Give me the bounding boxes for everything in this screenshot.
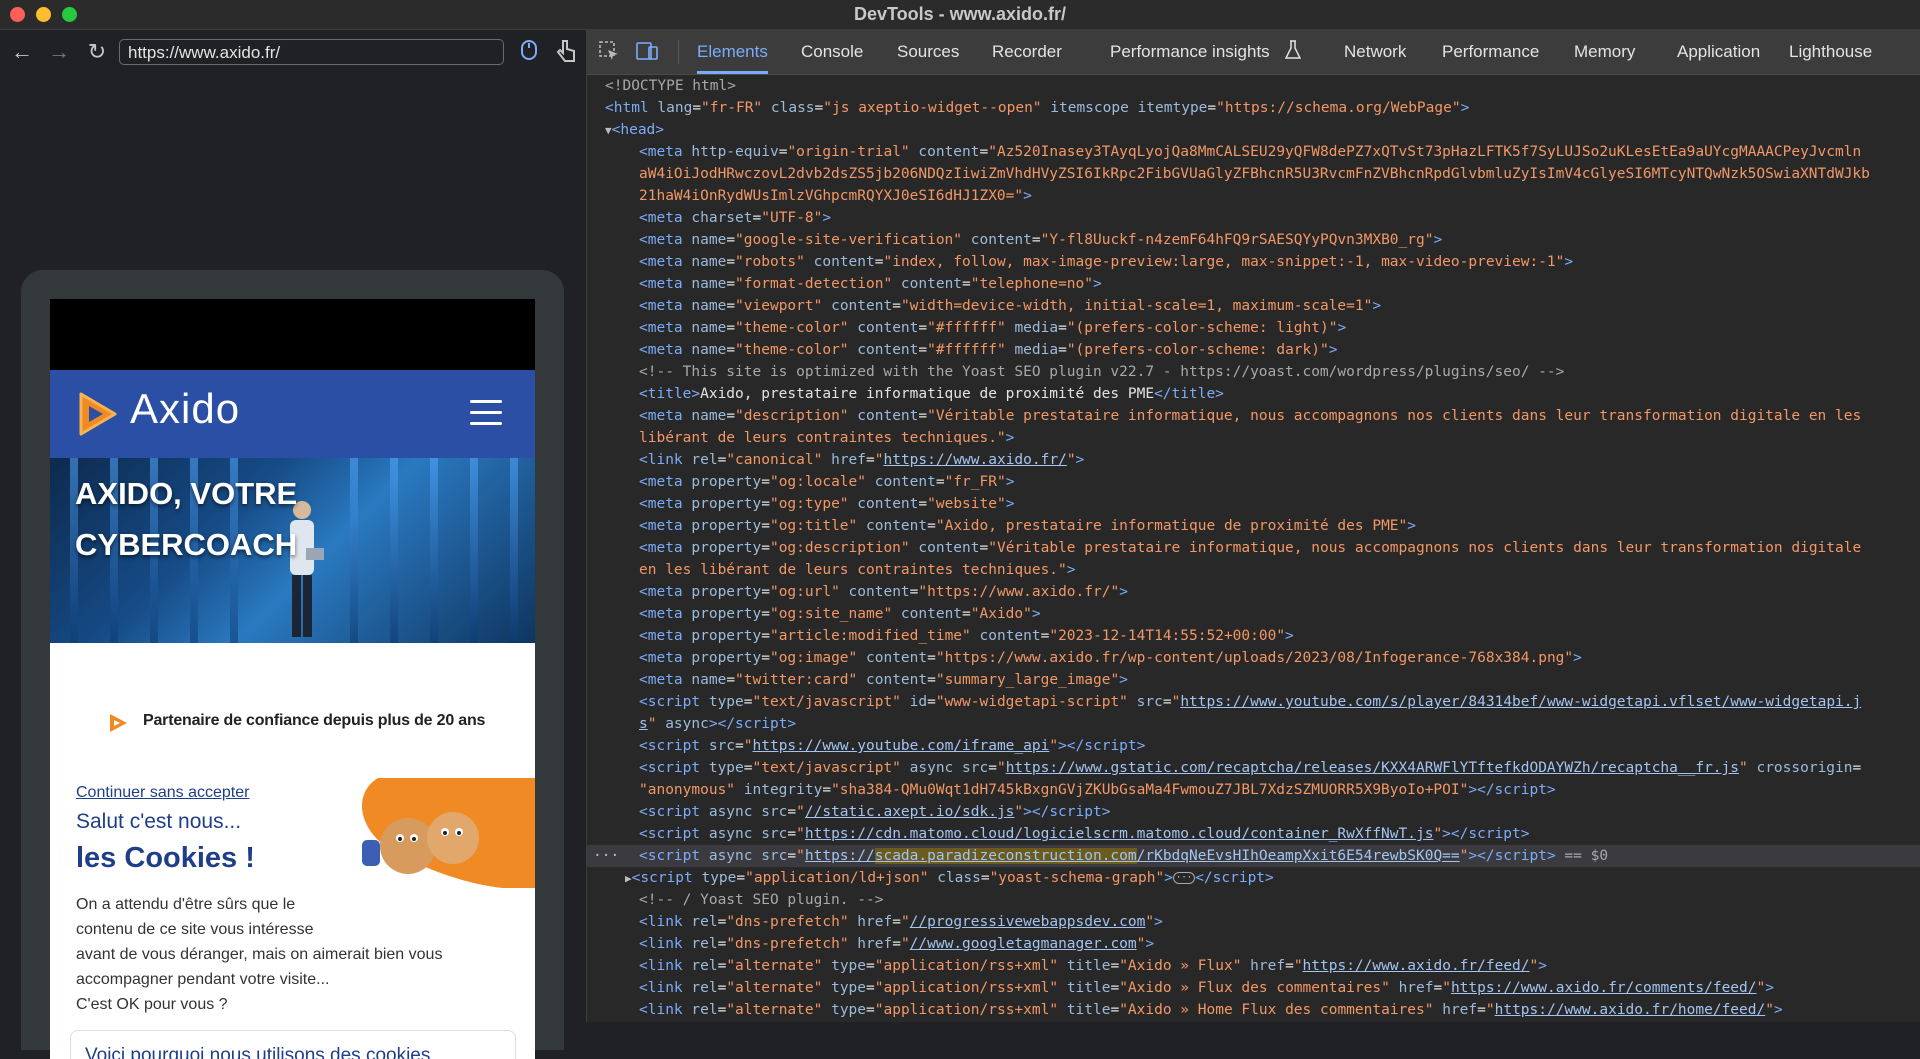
dom-line-script-recaptcha-2: "anonymous" integrity="sha384-QMu0Wqt1dH… (639, 782, 1556, 798)
devtools-tabbar: Elements Console Sources Recorder Perfor… (587, 30, 1920, 75)
dom-line-og-url[interactable]: <meta property="og:url" content="https:/… (587, 581, 1920, 603)
partner-text: Partenaire de confiance depuis plus de 2… (143, 712, 486, 729)
dom-line-meta-viewport[interactable]: <meta name="viewport" content="width=dev… (587, 295, 1920, 317)
arrow-left-icon[interactable]: ← (8, 38, 36, 66)
tab-recorder[interactable]: Recorder (992, 30, 1062, 74)
dom-line-alternate-comments[interactable]: <link rel="alternate" type="application/… (587, 977, 1920, 999)
site-logo-text[interactable]: Axido (130, 385, 240, 433)
dom-line-head[interactable]: ▼<head> (587, 119, 1920, 141)
site-header: Axido (50, 370, 535, 458)
hamburger-menu-icon[interactable] (470, 400, 502, 426)
dom-line-script-axept[interactable]: <script async src="//static.axept.io/sdk… (587, 801, 1920, 823)
hero-title: AXIDO, VOTRE CYBERCOACH (75, 476, 298, 562)
tabbar-divider (678, 40, 679, 64)
dom-line-script-ldjson[interactable]: ▶<script type="application/ld+json" clas… (587, 867, 1920, 889)
dom-line-alternate-feed[interactable]: <link rel="alternate" type="application/… (587, 955, 1920, 977)
inspect-element-icon[interactable] (597, 40, 621, 64)
tab-elements[interactable]: Elements (697, 30, 768, 74)
tab-performance-insights[interactable]: Performance insights (1110, 30, 1270, 74)
dom-line-meta-description[interactable]: <meta name="description" content="Vérita… (587, 405, 1920, 427)
dom-line-dns-prefetch-2[interactable]: <link rel="dns-prefetch" href="//www.goo… (587, 933, 1920, 955)
cookie-banner: Continuer sans accepter Salut c'est nous… (50, 778, 535, 1059)
dom-line-og-title[interactable]: <meta property="og:title" content="Axido… (587, 515, 1920, 537)
dom-line-meta-gsv[interactable]: <meta name="google-site-verification" co… (587, 229, 1920, 251)
flask-icon (1281, 40, 1305, 64)
tab-performance[interactable]: Performance (1442, 30, 1539, 74)
device-frame: Axido AXIDO, VOTRE CYBERCOACH Partenaire… (21, 270, 564, 1059)
dom-line-script-yt-widget[interactable]: <script type="text/javascript" id="www-w… (587, 691, 1920, 713)
dom-line-comment-yoast-end[interactable]: <!-- / Yoast SEO plugin. --> (587, 889, 1920, 911)
tab-application[interactable]: Application (1677, 30, 1760, 74)
continue-without-accepting-link[interactable]: Continuer sans accepter (76, 784, 249, 802)
cookie-characters-image (348, 778, 535, 889)
dom-line-title[interactable]: <title>Axido, prestataire informatique d… (587, 383, 1920, 405)
dom-line-script-matomo[interactable]: <script async src="https://cdn.matomo.cl… (587, 823, 1920, 845)
dom-line-meta-charset[interactable]: <meta charset="UTF-8"> (587, 207, 1920, 229)
dom-line-article-modified[interactable]: <meta property="article:modified_time" c… (587, 625, 1920, 647)
axido-badge-icon (107, 712, 129, 734)
dom-line-link-canonical[interactable]: <link rel="canonical" href="https://www.… (587, 449, 1920, 471)
dom-line-script-selected[interactable]: ··· <script async src="https://scada.para… (587, 845, 1920, 867)
dom-line-dns-prefetch-1[interactable]: <link rel="dns-prefetch" href="//progres… (587, 911, 1920, 933)
dom-line-meta-theme-light[interactable]: <meta name="theme-color" content="#fffff… (587, 317, 1920, 339)
mouse-icon[interactable] (515, 38, 543, 66)
cookie-why-card[interactable]: Voici pourquoi nous utilisons des cookie… (70, 1030, 516, 1059)
dom-line-meta-origin-trial-3: 21haW4iOnRydWUsImlzVGhpcmRQYXJ0eSI6dHJ1Z… (639, 188, 1032, 204)
dom-line-og-image[interactable]: <meta property="og:image" content="https… (587, 647, 1920, 669)
url-input[interactable]: https://www.axido.fr/ (119, 39, 504, 65)
reload-icon[interactable]: ↻ (83, 38, 111, 66)
dom-line-og-description-2: en les libérant de leurs contraintes tec… (639, 562, 1076, 578)
dom-line-meta-format[interactable]: <meta name="format-detection" content="t… (587, 273, 1920, 295)
device-status-bar (50, 299, 535, 370)
cookie-title: les Cookies ! (76, 842, 255, 874)
dom-line-meta-theme-dark[interactable]: <meta name="theme-color" content="#fffff… (587, 339, 1920, 361)
dom-line-meta-origin-trial[interactable]: <meta http-equiv="origin-trial" content=… (587, 141, 1920, 163)
devtools-panel: Elements Console Sources Recorder Perfor… (587, 30, 1920, 1022)
cookie-body: On a attendu d'être sûrs que le contenu … (76, 896, 443, 1013)
window-title: DevTools - www.axido.fr/ (853, 4, 1067, 24)
cookie-hello-text: Salut c'est nous... (76, 810, 242, 833)
dom-line-script-recaptcha[interactable]: <script type="text/javascript" async src… (587, 757, 1920, 779)
dom-line-html[interactable]: <html lang="fr-FR" class="js axeptio-wid… (587, 97, 1920, 119)
dom-line-script-iframe-api[interactable]: <script src="https://www.youtube.com/ifr… (587, 735, 1920, 757)
arrow-right-icon[interactable]: → (45, 38, 73, 66)
device-preview-panel: ← → ↻ https://www.axido.fr/ Axido AXIDO,… (0, 30, 587, 1059)
dom-line-og-locale[interactable]: <meta property="og:locale" content="fr_F… (587, 471, 1920, 493)
dom-line-meta-origin-trial-2: aW4iOiJodHRwczovL2dvb2dsZS5jb206NDQzIiwi… (639, 166, 1870, 182)
dom-line-meta-description-2: libérant de leurs contraintes techniques… (639, 430, 1015, 446)
dom-line-og-description[interactable]: <meta property="og:description" content=… (587, 537, 1920, 559)
dom-line-meta-robots[interactable]: <meta name="robots" content="index, foll… (587, 251, 1920, 273)
dom-line-script-yt-widget-2: s" async></script> (639, 716, 797, 732)
ellipsis-icon[interactable]: ··· (593, 845, 619, 867)
device-toolbar-icon[interactable] (635, 40, 659, 64)
window-titlebar: DevTools - www.axido.fr/ (0, 0, 1920, 30)
tab-console[interactable]: Console (801, 30, 863, 74)
hero-banner: AXIDO, VOTRE CYBERCOACH (50, 458, 535, 643)
axido-logo-icon[interactable] (75, 390, 119, 438)
dom-line-twitter-card[interactable]: <meta name="twitter:card" content="summa… (587, 669, 1920, 691)
partner-section: Partenaire de confiance depuis plus de 2… (50, 649, 535, 739)
tab-network[interactable]: Network (1344, 30, 1406, 74)
dom-line-og-site-name[interactable]: <meta property="og:site_name" content="A… (587, 603, 1920, 625)
tab-lighthouse[interactable]: Lighthouse (1789, 30, 1872, 74)
browser-navbar: ← → ↻ https://www.axido.fr/ (0, 30, 586, 74)
touch-icon[interactable] (552, 38, 580, 66)
device-screen: Axido AXIDO, VOTRE CYBERCOACH Partenaire… (50, 299, 535, 1059)
dom-tree: <!DOCTYPE html> <html lang="fr-FR" class… (587, 75, 1920, 1022)
tab-memory[interactable]: Memory (1574, 30, 1635, 74)
dom-line-og-type[interactable]: <meta property="og:type" content="websit… (587, 493, 1920, 515)
dom-line-comment-yoast[interactable]: <!-- This site is optimized with the Yoa… (587, 361, 1920, 383)
cookie-why-label: Voici pourquoi nous utilisons des cookie… (85, 1045, 431, 1059)
tab-sources[interactable]: Sources (897, 30, 959, 74)
dom-line-doctype[interactable]: <!DOCTYPE html> (587, 75, 1920, 97)
dom-line-alternate-home[interactable]: <link rel="alternate" type="application/… (587, 999, 1920, 1021)
